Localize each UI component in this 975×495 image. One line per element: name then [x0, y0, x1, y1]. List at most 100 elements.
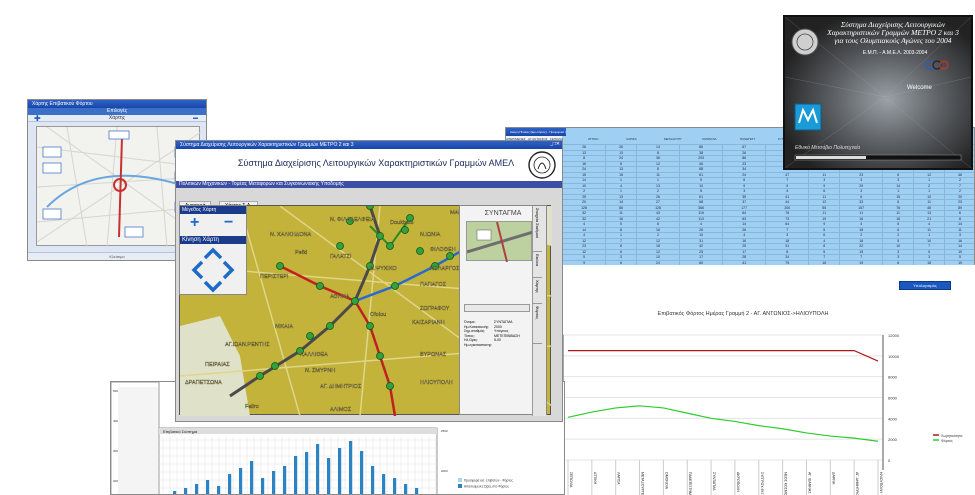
station-label[interactable]: ΑΛΙΜΟΣ — [330, 407, 352, 413]
bar — [404, 484, 408, 494]
x-tick-label: ΑΤΤΙΚΗ — [593, 472, 597, 485]
side-tab-map[interactable]: Χάρτης — [533, 278, 542, 304]
side-tab-load[interactable]: Φόρτος — [533, 304, 542, 344]
station-label[interactable]: ΠΕΡΙΣΤΕΡΙ — [260, 274, 289, 280]
side-tabs: Στοιχεία Σταθμού Εικόνα Χάρτης Φόρτος — [532, 206, 546, 416]
small-map-titlebar[interactable]: Χάρτης Επιβατικού Φόρτου — [28, 100, 206, 108]
chart-title-bar — [159, 428, 437, 434]
station-marker[interactable] — [386, 382, 394, 390]
station-marker[interactable] — [376, 352, 384, 360]
bar — [217, 486, 221, 494]
legend-label: Προσφορά εισ. επιβατών - Φόρτος — [464, 479, 513, 483]
pan-down-icon — [203, 280, 223, 293]
station-marker[interactable] — [271, 362, 279, 370]
station-marker[interactable] — [366, 202, 374, 210]
x-tick-label: ΣΥΝΤΑΓΜΑ — [712, 472, 716, 491]
x-tick-label: ΗΛΙΟΥΠΟΛΗ — [879, 472, 883, 493]
bar — [195, 484, 199, 494]
station-label[interactable]: Ν. ΣΜΥΡΝΗ — [305, 368, 336, 374]
zoom-in-icon[interactable]: + — [190, 214, 199, 232]
side-tab-image[interactable]: Εικόνα — [533, 252, 542, 278]
station-info-row: Ημ.εγκαταστασης: — [464, 343, 532, 348]
zoom-plus-icon[interactable]: ✚ — [34, 115, 41, 123]
x-tick-label: ΛΑΡΙΣΑ — [617, 472, 621, 485]
x-tick-label: ΜΕΤΑΞΟΥΡΓΕΙΟ — [641, 472, 645, 495]
station-marker[interactable] — [401, 226, 409, 234]
station-label[interactable]: ΚΑΙΣΑΡΙΑΝΗ — [412, 320, 445, 326]
station-marker[interactable] — [351, 297, 359, 305]
station-label[interactable]: ΠΑΠΑΓΟΣ — [420, 282, 447, 288]
station-marker[interactable] — [256, 372, 264, 380]
station-label[interactable]: Ν.ΙΩΝΙΑ — [420, 232, 441, 238]
station-label[interactable]: Pefki — [295, 250, 308, 256]
station-marker[interactable] — [416, 247, 424, 255]
station-label[interactable]: Ν.ΨΥΧΙΚΟ — [370, 266, 398, 272]
station-marker[interactable] — [306, 332, 314, 340]
metro-line-2 — [279, 264, 397, 417]
legend-label: Απαιτούμενες Ώρες στο Φόρτος — [464, 485, 509, 489]
station-marker[interactable] — [316, 282, 324, 290]
station-label[interactable]: ΠΕΙΡΑΙΑΣ — [205, 362, 231, 368]
station-info-value: 5-00 — [494, 338, 502, 342]
station-info-box — [464, 304, 530, 312]
pan-arrows[interactable] — [180, 244, 246, 294]
main-app-titlebar[interactable]: Σύστημα Διαχείρισης Λειτουργικών Χαρακτη… — [176, 141, 562, 149]
station-marker[interactable] — [386, 242, 394, 250]
bar — [371, 466, 375, 494]
station-marker[interactable] — [336, 242, 344, 250]
station-label[interactable]: ΓΑΛΑΤΣΙ — [330, 254, 352, 260]
zoom-minus-icon[interactable]: ━ — [193, 115, 198, 123]
small-map-header: Επιλογές — [28, 108, 206, 115]
station-label[interactable]: ΔΡΑΠΕΤΣΩΝΑ — [185, 380, 222, 386]
station-label[interactable]: ΑΓ.ΙΩΑΝ.ΡΕΝΤΗΣ — [225, 342, 270, 348]
table-header-cell: ΟΜΟΝΟΙΑ — [702, 137, 717, 141]
small-map-subheader: ✚ Χάρτης ━ — [28, 115, 206, 123]
load-line-chart: Επιβατικός Φόρτος Ημέρας Γραμμή 2 - ΑΓ. … — [563, 310, 962, 495]
station-label[interactable]: ΚΑΛΛΙΘΕΑ — [300, 352, 328, 358]
station-info-value: ΜΕΤΕΠΙΒΙΒΑΣΗ — [494, 333, 520, 338]
legend-label: Χωρητικότητα — [941, 434, 962, 438]
station-label[interactable]: ΦΙΛΟΘΕΗ — [430, 247, 456, 253]
station-label[interactable]: Ofolou — [370, 312, 387, 318]
station-marker[interactable] — [376, 232, 384, 240]
station-thumbnail[interactable] — [466, 221, 534, 263]
table-header-cell: ΛΑΡΙΣΑ — [626, 137, 637, 141]
table-header-cell: ΠΑΝΕΠΙΣΤ — [740, 137, 756, 141]
station-marker[interactable] — [446, 252, 454, 260]
station-label[interactable]: ΑΘΗΝΑ — [330, 294, 350, 300]
station-marker[interactable] — [276, 262, 284, 270]
station-marker[interactable] — [326, 322, 334, 330]
station-thumb-svg — [466, 221, 534, 263]
data-table-titlebar[interactable]: Ακόμη Πίνακες (Ερωτήσεις) - Προφορικά (1… — [506, 128, 566, 136]
app-header: Σύστημα Διαχείρισης Λειτουργικών Χαρακτη… — [176, 149, 562, 181]
bar — [327, 458, 331, 494]
station-marker[interactable] — [366, 322, 374, 330]
station-label[interactable]: Faliro — [245, 404, 259, 410]
window-controls[interactable]: _□✕ — [540, 141, 560, 149]
station-label[interactable]: ΑΓ. ΔΗΜΗΤΡΙΟΣ — [320, 384, 362, 390]
station-label[interactable]: ΝΙΚΑΙΑ — [275, 324, 294, 330]
bar — [349, 441, 353, 494]
station-label[interactable]: ΗΛΙΟΥΠΟΛΗ — [420, 380, 453, 386]
station-label[interactable]: ΧΟΛΑΡΓΟΣ — [430, 266, 460, 272]
bar — [360, 451, 364, 494]
station-label[interactable]: Doukissis — [390, 220, 414, 226]
x-tick-label: ΑΓ. ΔΗΜΗΤΡΙΟΣ — [855, 472, 859, 495]
bar — [228, 474, 232, 494]
station-label[interactable]: ΖΩΓΡΑΦΟΥ — [420, 306, 450, 312]
side-tab-info[interactable]: Στοιχεία Σταθμού — [533, 206, 542, 252]
y-tick-label: 2000 — [441, 469, 448, 473]
y-tick-label: 4000 — [888, 416, 898, 421]
station-label[interactable]: Ν. ΧΑΛΚΗΔΟΝΑ — [270, 232, 312, 238]
x-tick-label: ΣΥΓΓΡΟΥ-ΦΙΞ — [760, 472, 764, 495]
station-marker[interactable] — [391, 282, 399, 290]
station-label[interactable]: Ν. ΦΙΛΑΔΕΛΦΕΙΑ — [330, 217, 375, 223]
y-tick-label: 0 — [888, 458, 891, 463]
station-info-list: Όνομα: ΣΥΝΤΑΓΜΑ Ημ.Κατασκευής: 2000 Σημ.σταθ… — [464, 320, 532, 347]
pan-left-icon — [191, 260, 204, 280]
station-label[interactable]: ΒΥΡΩΝΑΣ — [420, 352, 447, 358]
bar — [261, 478, 265, 494]
y-tick-label: 12000 — [888, 333, 900, 338]
bar — [338, 448, 342, 494]
zoom-out-icon[interactable]: − — [224, 214, 233, 232]
